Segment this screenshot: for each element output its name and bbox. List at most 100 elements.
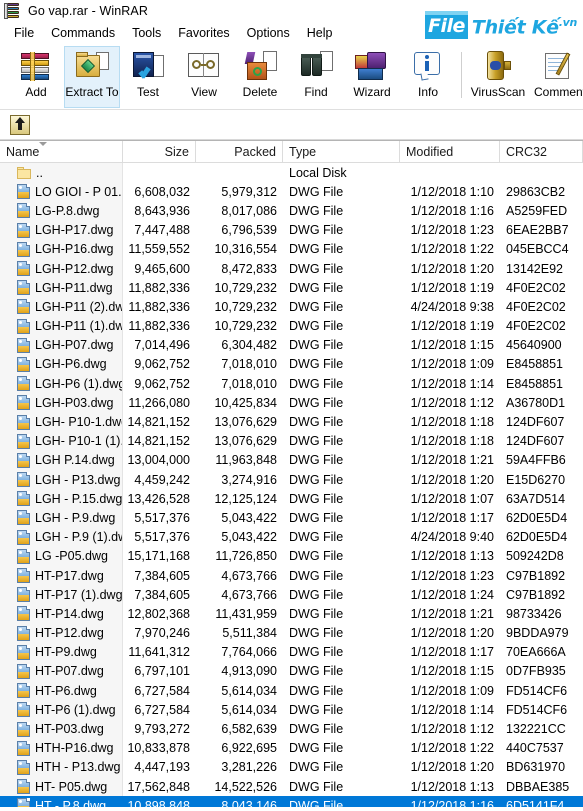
table-row[interactable]: HT-P03.dwg 9,793,272 6,582,639 DWG File 1/12… <box>0 719 583 739</box>
table-row[interactable]: HTH-P16.dwg 10,833,878 6,922,695 DWG File 1/… <box>0 738 583 758</box>
cell-name: .. <box>0 163 123 183</box>
column-header-packed[interactable]: Packed <box>196 141 283 162</box>
table-row[interactable]: LGH- P10-1 (1). 14,821,152 13,076,629 DWG F… <box>0 431 583 451</box>
menu-item-options[interactable]: Options <box>239 24 299 42</box>
cell-name: LGH - P.15.dwg <box>0 489 123 509</box>
up-one-level-icon[interactable] <box>10 114 30 135</box>
toolbar-button-virusscan[interactable]: VirusScan <box>467 46 529 108</box>
cell-name: LO GIOI - P 01.d <box>0 182 123 202</box>
table-row[interactable]: .. Local Disk <box>0 163 583 183</box>
toolbar-separator <box>461 52 462 98</box>
cell-crc32: DBBAE385 <box>506 779 570 794</box>
toolbar-button-wizard[interactable]: Wizard <box>344 46 400 108</box>
cell-packed: 6,922,695 <box>221 741 277 756</box>
cell-name: HT-P17.dwg <box>0 565 123 586</box>
cell-size: 10,833,878 <box>127 741 190 756</box>
toolbar-label-wizard: Wizard <box>353 85 391 99</box>
table-row[interactable]: LGH-P12.dwg 9,465,600 8,472,833 DWG File 1/1… <box>0 258 583 279</box>
table-row[interactable]: HT-P17.dwg 7,384,605 4,673,766 DWG File 1/12… <box>0 565 583 586</box>
menu-item-file[interactable]: File <box>6 24 43 42</box>
table-row[interactable]: LGH-P16.dwg 11,559,552 10,316,554 DWG File 1… <box>0 239 583 259</box>
table-row[interactable]: LGH P.14.dwg 13,004,000 11,963,848 DWG File… <box>0 450 583 470</box>
cell-name: LGH - P13.dwg <box>0 470 123 490</box>
table-row[interactable]: LGH- P10-1.dwg 14,821,152 13,076,629 DWG Fi… <box>0 412 583 432</box>
toolbar-button-info[interactable]: Info <box>400 46 456 108</box>
table-row[interactable]: HT- P05.dwg 17,562,848 14,522,526 DWG File 1… <box>0 777 583 797</box>
table-row[interactable]: HT-P14.dwg 12,802,368 11,431,959 DWG File 1/… <box>0 604 583 624</box>
table-row[interactable]: HT-P12.dwg 7,970,246 5,511,384 DWG File 1/12… <box>0 623 583 643</box>
menu-item-help[interactable]: Help <box>299 24 342 42</box>
table-row[interactable]: LGH-P11.dwg 11,882,336 10,729,232 DWG File 1… <box>0 278 583 298</box>
table-row[interactable]: LGH-P07.dwg 7,014,496 6,304,482 DWG File 1/1… <box>0 335 583 355</box>
column-header-crc32[interactable]: CRC32 <box>500 141 583 162</box>
cell-size: 7,384,605 <box>134 568 190 583</box>
cell-crc32: 440C7537 <box>506 741 564 756</box>
cell-packed: 7,764,066 <box>221 645 277 660</box>
address-bar <box>0 110 583 140</box>
toolbar-button-view[interactable]: View <box>176 46 232 108</box>
table-row[interactable]: HT-P6 (1).dwg 6,727,584 5,614,034 DWG File 1… <box>0 700 583 720</box>
table-row[interactable]: HT-P6.dwg 6,727,584 5,614,034 DWG File 1/12/… <box>0 681 583 701</box>
cell-type: DWG File <box>289 395 344 410</box>
table-row[interactable]: LGH - P.15.dwg 13,426,528 12,125,124 DWG Fi… <box>0 489 583 509</box>
table-row[interactable]: LGH - P.9.dwg 5,517,376 5,043,422 DWG File 1… <box>0 508 583 528</box>
winrar-book-icon <box>4 2 21 20</box>
cell-crc32: 124DF607 <box>506 415 565 430</box>
table-row[interactable]: LGH-P17.dwg 7,447,488 6,796,539 DWG File 1/1… <box>0 220 583 240</box>
file-name-label: LG -P05.dwg <box>35 549 108 564</box>
column-header-packed-label: Packed <box>234 144 276 159</box>
cell-crc32: 70EA666A <box>506 645 566 660</box>
toolbar-button-test[interactable]: Test <box>120 46 176 108</box>
cell-type: DWG File <box>289 242 344 257</box>
toolbar-button-find[interactable]: Find <box>288 46 344 108</box>
column-header-modified[interactable]: Modified <box>400 141 500 162</box>
cell-name: LGH-P03.dwg <box>0 393 123 413</box>
cell-size: 4,459,242 <box>134 472 190 487</box>
cell-type: DWG File <box>289 415 344 430</box>
toolbar-button-delete[interactable]: Delete <box>232 46 288 108</box>
table-row[interactable]: LG -P05.dwg 15,171,168 11,726,850 DWG File 1… <box>0 546 583 566</box>
cell-packed: 3,281,226 <box>221 760 277 775</box>
table-row-selected[interactable]: HT - P.8.dwg 10,898,848 8,043,146 DWG File 1… <box>0 796 583 807</box>
table-row[interactable]: LGH-P11 (1).dwg 11,882,336 10,729,232 DWG F… <box>0 316 583 336</box>
column-header-name[interactable]: Name <box>0 141 123 162</box>
cell-name: HT-P12.dwg <box>0 623 123 643</box>
cell-modified: 1/12/2018 1:09 <box>410 357 494 372</box>
file-name-label: HT-P9.dwg <box>35 645 97 660</box>
toolbar-button-add[interactable]: Add <box>8 46 64 108</box>
cell-packed: 10,425,834 <box>214 395 277 410</box>
cell-packed: 12,125,124 <box>214 491 277 506</box>
table-row[interactable]: LO GIOI - P 01.d 6,608,032 5,979,312 DWG Fi… <box>0 182 583 202</box>
table-row[interactable]: LGH-P6.dwg 9,062,752 7,018,010 DWG File 1/12… <box>0 354 583 375</box>
table-row[interactable]: LG-P.8.dwg 8,643,936 8,017,086 DWG File 1/12… <box>0 201 583 221</box>
column-header-type[interactable]: Type <box>283 141 400 162</box>
cell-size: 7,447,488 <box>134 223 190 238</box>
cell-name: HT- P05.dwg <box>0 777 123 797</box>
cell-modified: 1/12/2018 1:21 <box>410 453 494 468</box>
table-row[interactable]: LGH-P03.dwg 11,266,080 10,425,834 DWG File 1… <box>0 393 583 413</box>
menu-item-tools[interactable]: Tools <box>124 24 170 42</box>
cell-size: 5,517,376 <box>134 510 190 525</box>
table-row[interactable]: HTH - P13.dwg 4,447,193 3,281,226 DWG File 1… <box>0 757 583 777</box>
table-row[interactable]: HT-P07.dwg 6,797,101 4,913,090 DWG File 1/12… <box>0 661 583 682</box>
table-row[interactable]: LGH - P.9 (1).dwg 5,517,376 5,043,422 DWG F… <box>0 527 583 547</box>
table-row[interactable]: LGH - P13.dwg 4,459,242 3,274,916 DWG File 1… <box>0 470 583 490</box>
table-row[interactable]: HT-P9.dwg 11,641,312 7,764,066 DWG File 1/12… <box>0 642 583 662</box>
menu-item-favorites[interactable]: Favorites <box>170 24 238 42</box>
table-row[interactable]: LGH-P6 (1).dwg 9,062,752 7,018,010 DWG File… <box>0 374 583 394</box>
menu-item-commands[interactable]: Commands <box>43 24 124 42</box>
dwg-file-icon <box>17 779 30 795</box>
file-name-label: LGH - P.15.dwg <box>35 491 123 506</box>
cell-size: 15,171,168 <box>127 549 190 564</box>
column-header-size[interactable]: Size <box>123 141 196 162</box>
table-row[interactable]: HT-P17 (1).dwg 7,384,605 4,673,766 DWG File… <box>0 585 583 605</box>
toolbar-button-extract-to[interactable]: Extract To <box>64 46 120 108</box>
dwg-file-icon <box>17 318 30 334</box>
cell-type: DWG File <box>289 434 344 449</box>
table-row[interactable]: LGH-P11 (2).dwg 11,882,336 10,729,232 DWG F… <box>0 297 583 317</box>
toolbar-label-virusscan: VirusScan <box>470 85 526 99</box>
cell-size: 13,004,000 <box>127 453 190 468</box>
toolbar-button-comment[interactable]: Comment <box>529 46 583 108</box>
cell-name: HT-P6.dwg <box>0 681 123 701</box>
cell-type: DWG File <box>289 223 344 238</box>
